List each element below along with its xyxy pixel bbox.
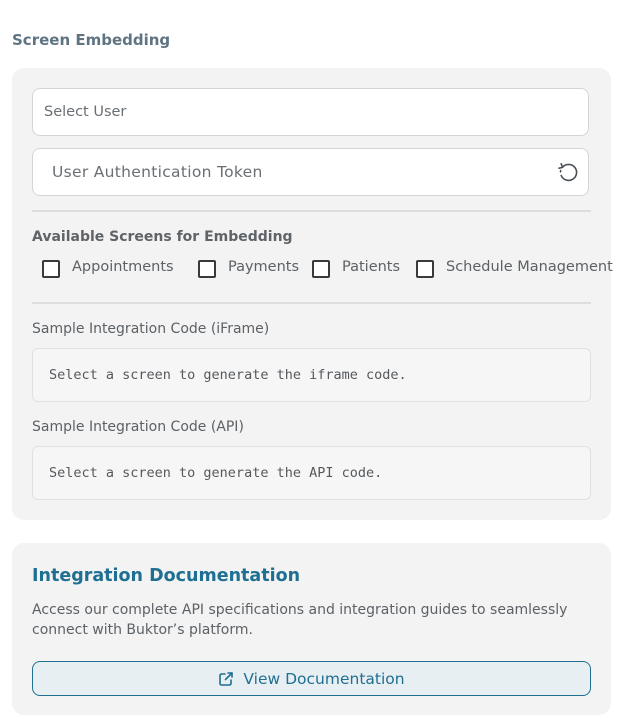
checkbox-box[interactable]	[312, 260, 330, 278]
checkbox-box[interactable]	[42, 260, 60, 278]
divider	[32, 302, 591, 304]
docs-title: Integration Documentation	[32, 566, 301, 586]
iframe-code-box[interactable]: Select a screen to generate the iframe c…	[32, 348, 591, 402]
iframe-code-label: Sample Integration Code (iFrame)	[32, 321, 270, 337]
checkbox-box[interactable]	[416, 260, 434, 278]
screen-embedding-page: Screen Embedding Select User User Authen…	[0, 0, 617, 727]
checkbox-label: Appointments	[72, 259, 174, 275]
checkbox-box[interactable]	[198, 260, 216, 278]
api-code-label: Sample Integration Code (API)	[32, 419, 244, 435]
view-documentation-button[interactable]: View Documentation	[32, 661, 591, 696]
checkbox-label: Schedule Management	[446, 259, 613, 275]
view-documentation-label: View Documentation	[243, 669, 405, 688]
docs-description: Access our complete API specifications a…	[32, 602, 568, 638]
divider	[32, 210, 591, 212]
select-user-placeholder: Select User	[44, 104, 127, 120]
refresh-icon[interactable]	[556, 160, 580, 184]
checkbox-label: Patients	[342, 259, 401, 275]
auth-token-field[interactable]: User Authentication Token	[32, 148, 589, 196]
api-code-box[interactable]: Select a screen to generate the API code…	[32, 446, 591, 500]
available-screens-label: Available Screens for Embedding	[32, 229, 293, 245]
select-user-field[interactable]: Select User	[32, 88, 589, 136]
auth-token-placeholder: User Authentication Token	[52, 163, 263, 181]
section-title: Screen Embedding	[12, 31, 171, 49]
api-code-placeholder: Select a screen to generate the API code…	[49, 465, 383, 481]
iframe-code-placeholder: Select a screen to generate the iframe c…	[49, 367, 407, 383]
external-link-icon	[219, 671, 234, 686]
screens-checkbox-group: Appointments Payments Patients Schedule …	[42, 258, 613, 280]
checkbox-label: Payments	[228, 259, 300, 275]
embedding-card: Select User User Authentication Token Av…	[12, 68, 613, 520]
documentation-card: Integration Documentation Access our com…	[12, 543, 611, 715]
